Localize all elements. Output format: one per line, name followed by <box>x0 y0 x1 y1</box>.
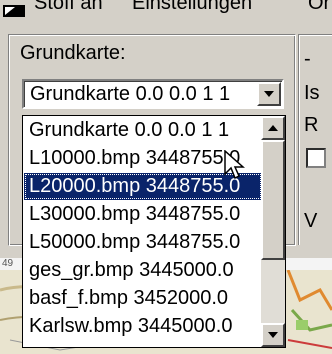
dropdown-item[interactable]: L30000.bmp 3448755.0 <box>24 201 262 228</box>
app-window-icon[interactable] <box>2 4 26 18</box>
basemap-label: Grundkarte: <box>20 42 126 64</box>
dropdown-item[interactable]: Grundkarte 0.0 0.0 1 1 <box>24 117 262 144</box>
scroll-down-button[interactable] <box>261 323 285 347</box>
dropdown-item[interactable]: L50000.bmp 3448755.0 <box>24 229 262 256</box>
basemap-combobox[interactable]: Grundkarte 0.0 0.0 1 1 <box>22 79 284 109</box>
menu-settings[interactable]: Einstellungen <box>132 0 252 15</box>
map-scale-label: 49 <box>2 258 14 269</box>
menu-other[interactable]: Or <box>308 0 330 15</box>
scroll-up-button[interactable] <box>261 116 285 140</box>
menu-bar: Stoff an Einstellungen Or <box>0 0 332 24</box>
menu-start[interactable]: Stoff an <box>34 0 103 15</box>
chevron-up-icon <box>268 125 278 131</box>
right-panel-checkbox[interactable] <box>306 148 326 168</box>
dropdown-item[interactable]: basf_f.bmp 3452000.0 <box>24 285 262 312</box>
right-panel-text-3: R <box>304 114 319 136</box>
scrollbar-thumb[interactable] <box>261 140 285 260</box>
chevron-down-icon <box>264 91 274 97</box>
dropdown-item[interactable]: Karlsw.bmp 3445000.0 <box>24 313 262 340</box>
right-panel-text-1: - <box>304 48 311 70</box>
combobox-value: Grundkarte 0.0 0.0 1 1 <box>30 83 231 105</box>
dropdown-item[interactable]: ges_gr.bmp 3445000.0 <box>24 257 262 284</box>
combobox-dropdown-button[interactable] <box>257 82 281 106</box>
right-panel-text-4: V <box>304 210 318 232</box>
mouse-pointer-icon <box>224 150 245 180</box>
right-panel-text-2: Is <box>304 82 320 104</box>
dropdown-scrollbar[interactable] <box>261 116 285 347</box>
chevron-down-icon <box>268 332 278 338</box>
basemap-dropdown-list[interactable]: Grundkarte 0.0 0.0 1 1 L10000.bmp 344875… <box>22 115 286 348</box>
